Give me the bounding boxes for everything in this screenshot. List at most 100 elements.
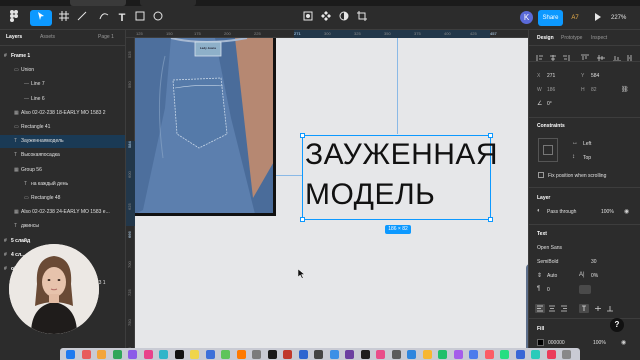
dock-app-icon[interactable] xyxy=(252,350,261,359)
fill-opacity-field[interactable]: 100% xyxy=(593,340,606,346)
dock-app-icon[interactable] xyxy=(469,350,478,359)
tab-prototype[interactable]: Prototype xyxy=(561,35,582,41)
resize-handle-sw[interactable] xyxy=(300,217,305,222)
text-tool-icon[interactable]: T xyxy=(114,10,130,26)
canvas[interactable]: 125 150 175 200 225 271 300 325 350 375 400 425 457 … xyxy=(126,30,528,348)
font-size-field[interactable]: 30 xyxy=(591,259,597,265)
dock-app-icon[interactable] xyxy=(143,350,153,359)
tab-inspect[interactable]: Inspect xyxy=(591,35,607,41)
layer-row[interactable]: — Line 6 xyxy=(0,93,125,106)
h-field[interactable]: 82 xyxy=(591,87,597,93)
dock-app-icon[interactable] xyxy=(345,350,354,359)
constraint-vertical[interactable]: Top xyxy=(583,155,591,161)
crop-icon[interactable] xyxy=(354,10,370,26)
layer-row[interactable]: ▦ Group 56 xyxy=(0,164,125,177)
font-weight-select[interactable]: SemiBold xyxy=(537,259,558,265)
blend-mode-select[interactable]: Pass through xyxy=(547,209,576,215)
dock-app-icon[interactable] xyxy=(422,350,432,359)
dock-app-icon[interactable] xyxy=(298,350,308,359)
dock-app-icon[interactable] xyxy=(236,350,246,359)
dock-app-icon[interactable] xyxy=(221,350,230,359)
dock-app-icon[interactable] xyxy=(484,350,494,359)
resize-handle-se[interactable] xyxy=(488,217,493,222)
layer-row[interactable]: ▦ Also 02-02-238 18-EARLY MO 1583 2 xyxy=(0,107,125,120)
x-field[interactable]: 271 xyxy=(547,73,555,79)
resize-handle-nw[interactable] xyxy=(300,133,305,138)
dock-app-icon[interactable] xyxy=(283,350,292,359)
selected-text-layer[interactable]: ЗАУЖЕННАЯ МОДЕЛЬ xyxy=(300,133,498,222)
layer-row[interactable]: ▦ Also 02-02-238 24-EARLY MO 1583 e... xyxy=(0,206,125,219)
comment-tool-icon[interactable] xyxy=(150,10,166,26)
dock-app-icon[interactable] xyxy=(314,350,323,359)
ai-button[interactable]: A7 xyxy=(566,11,584,25)
dock-app-icon[interactable] xyxy=(329,350,339,359)
dock-app-icon[interactable] xyxy=(174,350,184,359)
letter-spacing-field[interactable]: 0% xyxy=(591,273,598,279)
dock-app-icon[interactable] xyxy=(453,350,463,359)
fix-position-checkbox[interactable] xyxy=(538,172,544,178)
user-avatar[interactable]: K xyxy=(520,11,533,24)
fill-visibility-icon[interactable]: ◉ xyxy=(621,339,626,346)
constrain-proportions-icon[interactable]: ⛓ xyxy=(621,86,629,93)
dock-app-icon[interactable] xyxy=(267,350,277,359)
rotation-field[interactable]: 0° xyxy=(547,101,552,107)
hand-tool-icon[interactable] xyxy=(132,10,148,26)
dock-app-icon[interactable] xyxy=(376,350,385,359)
layer-row[interactable]: T Зауженнаямодель xyxy=(0,135,125,149)
layer-row[interactable]: ▭ Rectangle 48 xyxy=(0,192,125,205)
zoom-level[interactable]: 227% xyxy=(611,11,635,25)
move-tool-icon[interactable] xyxy=(30,10,52,26)
visibility-eye-icon[interactable]: ◉ xyxy=(624,208,629,215)
y-field[interactable]: 584 xyxy=(591,73,599,79)
title-line-1[interactable]: ЗАУЖЕННАЯ xyxy=(305,138,498,172)
dock-app-icon[interactable] xyxy=(531,350,540,359)
main-menu-icon[interactable] xyxy=(6,10,22,26)
fill-swatch[interactable] xyxy=(537,339,544,346)
component-icon[interactable] xyxy=(318,10,334,26)
dock-app-icon[interactable] xyxy=(360,350,370,359)
dock-app-icon[interactable] xyxy=(391,350,401,359)
shape-tool-icon[interactable] xyxy=(96,10,112,26)
layer-row[interactable]: ▭ Union xyxy=(0,64,125,77)
play-icon[interactable] xyxy=(590,10,606,26)
layer-row[interactable]: T Высокаяпосадка xyxy=(0,149,125,162)
frame-tool-icon[interactable] xyxy=(56,10,72,26)
dock-app-icon[interactable] xyxy=(97,350,106,359)
dock-app-icon[interactable] xyxy=(159,350,168,359)
dock-app-icon[interactable] xyxy=(81,350,91,359)
dock-app-icon[interactable] xyxy=(562,350,571,359)
dock-app-icon[interactable] xyxy=(205,350,215,359)
dock-app-icon[interactable] xyxy=(112,350,122,359)
layer-row[interactable]: — Line 7 xyxy=(0,78,125,91)
fill-hex-field[interactable]: 000000 xyxy=(548,340,565,346)
help-button[interactable]: ? xyxy=(610,318,624,332)
layer-row[interactable]: # Frame 1 xyxy=(0,50,125,63)
layer-row[interactable]: Tна каждый день xyxy=(0,178,125,191)
line-height-field[interactable]: Auto xyxy=(547,273,557,279)
dock-app-icon[interactable] xyxy=(66,350,75,359)
page-selector[interactable]: Page 1 xyxy=(98,34,114,40)
tab-design[interactable]: Design xyxy=(537,35,554,41)
w-field[interactable]: 186 xyxy=(547,87,555,93)
paragraph-spacing-field[interactable]: 0 xyxy=(547,287,550,293)
layer-row[interactable]: Tджинсы xyxy=(0,220,125,233)
dock-app-icon[interactable] xyxy=(438,350,447,359)
dock-app-icon[interactable] xyxy=(546,350,556,359)
dock-app-icon[interactable] xyxy=(190,350,199,359)
layer-opacity-field[interactable]: 100% xyxy=(601,209,614,215)
dock-app-icon[interactable] xyxy=(500,350,509,359)
jeans-photo[interactable]: Lady Jeans xyxy=(135,38,276,216)
tab-assets[interactable]: Assets xyxy=(40,34,55,40)
mask-icon[interactable] xyxy=(300,10,316,26)
resize-handle-ne[interactable] xyxy=(488,133,493,138)
pen-tool-icon[interactable] xyxy=(74,10,90,26)
frame-1-artboard[interactable]: Lady Jeans ЗАУЖЕННАЯ МОДЕЛЬ 186 × 82 xyxy=(135,38,528,348)
title-line-2[interactable]: МОДЕЛЬ xyxy=(305,178,435,212)
dock-app-icon[interactable] xyxy=(407,350,416,359)
auto-width-toggle[interactable] xyxy=(579,285,591,294)
constraint-widget[interactable] xyxy=(538,138,558,162)
dock-app-icon[interactable] xyxy=(515,350,525,359)
tab-layers[interactable]: Layers xyxy=(6,34,22,40)
dock-app-icon[interactable] xyxy=(128,350,137,359)
contrast-icon[interactable] xyxy=(336,10,352,26)
